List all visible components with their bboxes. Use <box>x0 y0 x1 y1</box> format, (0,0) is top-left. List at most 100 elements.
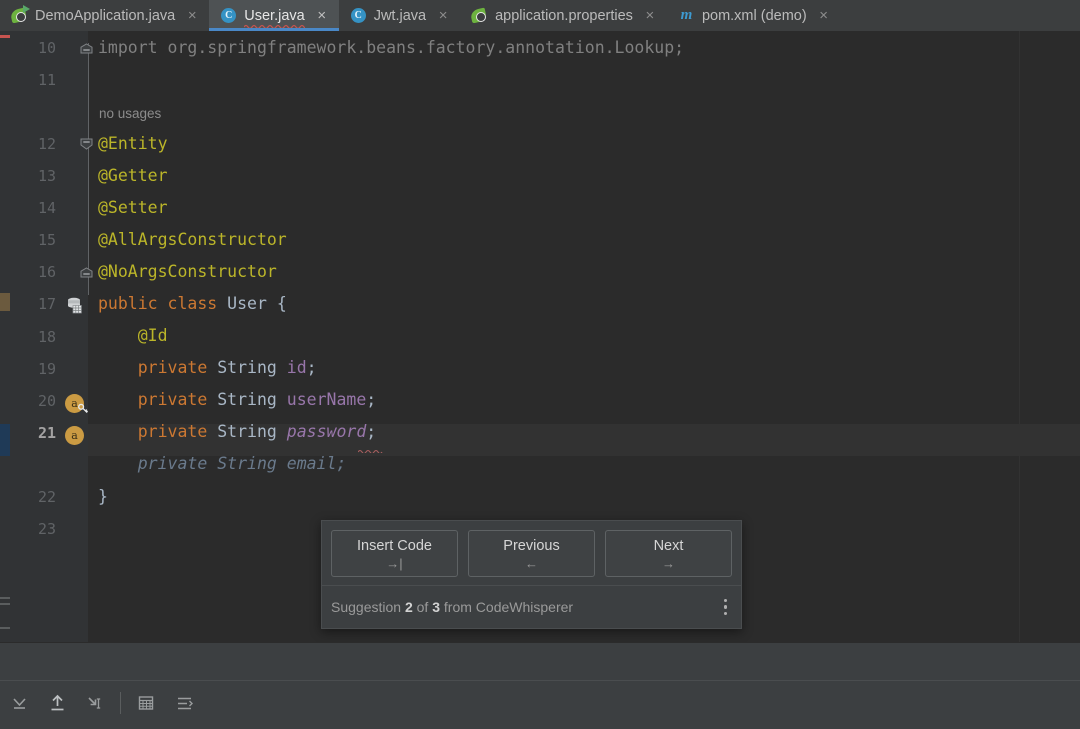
class-name: User <box>227 293 267 313</box>
code-line-21[interactable]: private String password; <box>88 415 1080 455</box>
tab-label-text: User.java <box>244 7 305 24</box>
ide-window: DemoApplication.java × C User.java × C J… <box>0 0 1080 729</box>
annotation-id-line: @Id <box>88 326 168 345</box>
brace-close: } <box>98 486 108 506</box>
line-number: 17 <box>37 295 56 313</box>
keyword-private: private <box>137 357 208 377</box>
button-label: Previous <box>503 538 560 554</box>
code-editor[interactable]: 10 11 12 13 14 15 16 17 18 19 20 21 22 2… <box>0 31 1080 642</box>
arrow-right-icon: → <box>662 556 675 571</box>
line-number: 16 <box>37 263 56 281</box>
scroll-to-end-icon[interactable] <box>76 686 114 720</box>
previous-suggestion-button[interactable]: Previous ← <box>468 530 595 577</box>
codewhisperer-status-bar: Suggestion 2 of 3 from CodeWhisperer <box>322 585 741 628</box>
print-icon[interactable] <box>127 686 165 720</box>
line-number: 18 <box>37 328 56 346</box>
tab-close-icon[interactable]: × <box>185 8 199 23</box>
field-name-id: id <box>286 357 307 377</box>
error-squiggle-icon <box>244 24 305 28</box>
tab-close-icon[interactable]: × <box>643 8 657 23</box>
inlay-hint-no-usages[interactable]: no usages <box>88 97 1080 129</box>
line-number: 10 <box>37 39 56 57</box>
tab-jwt-java[interactable]: C Jwt.java × <box>339 0 460 31</box>
soft-wrap-mark-3 <box>0 627 10 629</box>
tab-close-icon[interactable]: × <box>817 8 831 23</box>
code-line-11[interactable] <box>88 63 1080 95</box>
code-line-19[interactable]: private String id; <box>88 351 1080 383</box>
codewhisperer-suggestion-popup[interactable]: Insert Code →| Previous ← Next → Suggest… <box>321 520 742 629</box>
java-class-icon: C <box>220 7 237 24</box>
type-string: String <box>217 421 277 441</box>
annotation-getter: @Getter <box>98 165 168 185</box>
code-line-14[interactable]: @Setter <box>88 191 1080 223</box>
line-number: 20 <box>37 392 56 410</box>
annotation-setter: @Setter <box>98 197 168 217</box>
entity-attribute-icon[interactable]: a <box>65 426 84 445</box>
code-line-20[interactable]: private String userName; <box>88 383 1080 415</box>
line-number: 22 <box>37 488 56 506</box>
tab-user-java[interactable]: C User.java × <box>209 0 339 31</box>
inline-code-suggestion[interactable]: private String email; <box>88 447 1080 479</box>
type-string: String <box>217 389 277 409</box>
annotation-allargsconstructor: @AllArgsConstructor <box>98 229 287 249</box>
tab-label: User.java <box>244 7 305 28</box>
annotation-noargsconstructor: @NoArgsConstructor <box>98 261 277 281</box>
code-line-22[interactable]: } <box>88 480 1080 512</box>
keyword-private: private <box>137 389 208 409</box>
arrow-left-icon: ← <box>525 556 538 571</box>
soft-wrap-up-icon[interactable] <box>38 686 76 720</box>
line-number: 19 <box>37 360 56 378</box>
caret-line-mark <box>0 424 10 456</box>
tab-application-properties[interactable]: application.properties × <box>460 0 667 31</box>
semicolon: ; <box>366 421 377 441</box>
field-password-declaration: private String password; <box>88 422 376 441</box>
keyword-class: class <box>167 293 218 313</box>
entity-attribute-key-icon[interactable]: a <box>65 394 89 414</box>
soft-wrap-lines-icon[interactable] <box>165 686 203 720</box>
tab-label: Jwt.java <box>373 7 427 24</box>
tab-close-icon[interactable]: × <box>436 8 450 23</box>
status-total: 3 <box>432 599 441 615</box>
toolbar-separator <box>120 692 121 714</box>
editor-right-edge <box>1019 31 1020 642</box>
code-line-15[interactable]: @AllArgsConstructor <box>88 223 1080 255</box>
ghost-suggestion-value: private String email; <box>137 453 347 473</box>
spring-properties-icon <box>469 7 488 24</box>
line-number: 11 <box>37 71 56 89</box>
line-number: 13 <box>37 167 56 185</box>
editor-tab-bar: DemoApplication.java × C User.java × C J… <box>0 0 1080 32</box>
tab-key-icon: →| <box>386 556 403 571</box>
next-suggestion-button[interactable]: Next → <box>605 530 732 577</box>
code-line-12[interactable]: @Entity <box>88 127 1080 159</box>
tab-demoapplication-java[interactable]: DemoApplication.java × <box>0 0 209 31</box>
line-number-gutter[interactable]: 10 11 12 13 14 15 16 17 18 19 20 21 22 2… <box>10 31 89 642</box>
console-toolbar <box>0 680 1080 725</box>
type-string: String <box>217 357 277 377</box>
vcs-annotation-strip[interactable] <box>0 31 10 642</box>
status-suffix: from CodeWhisperer <box>440 599 574 615</box>
annotation-id: @Id <box>137 325 168 345</box>
status-prefix: Suggestion <box>331 599 405 615</box>
java-class-icon: C <box>350 7 367 24</box>
code-line-13[interactable]: @Getter <box>88 159 1080 191</box>
scroll-down-icon[interactable] <box>0 686 38 720</box>
field-name-username: userName <box>286 389 367 409</box>
insert-code-button[interactable]: Insert Code →| <box>331 530 458 577</box>
more-options-icon[interactable] <box>722 597 730 618</box>
code-line-16[interactable]: @NoArgsConstructor <box>88 255 1080 287</box>
tab-close-icon[interactable]: × <box>315 8 329 23</box>
spring-run-icon <box>9 5 30 24</box>
inlay-hint-label: no usages <box>99 105 162 121</box>
soft-wrap-mark-2 <box>0 603 10 605</box>
class-declaration: public class User { <box>88 294 287 313</box>
field-name-password: password <box>286 421 367 441</box>
tab-label: pom.xml (demo) <box>701 7 807 24</box>
code-line-10[interactable]: import org.springframework.beans.factory… <box>88 31 1080 63</box>
keyword-private: private <box>137 421 208 441</box>
line-number: 14 <box>37 199 56 217</box>
tab-pom-xml[interactable]: m pom.xml (demo) × <box>667 0 841 31</box>
code-line-17[interactable]: public class User { <box>88 287 1080 319</box>
code-line-18[interactable]: @Id <box>88 319 1080 351</box>
database-table-icon[interactable] <box>66 297 83 319</box>
brace-open: { <box>276 293 287 313</box>
